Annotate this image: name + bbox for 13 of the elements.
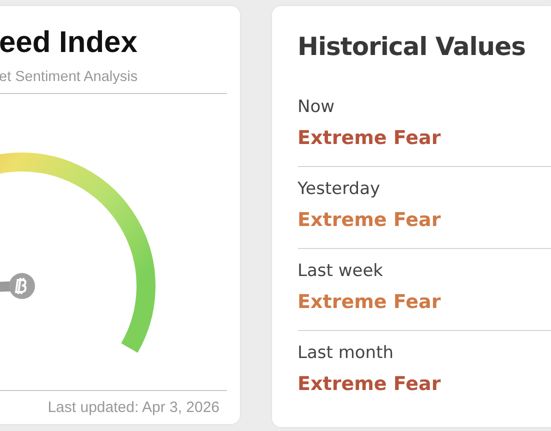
card-title: Historical Values [298, 32, 526, 61]
period-label: Yesterday [298, 178, 382, 201]
sentiment-value: Extreme Fear [298, 290, 442, 315]
sentiment-value: Extreme Fear [298, 372, 442, 397]
period-label: Now [298, 96, 336, 119]
bitcoin-icon [15, 277, 26, 295]
sentiment-value: Extreme Fear [298, 126, 442, 151]
card-title: eed Index [0, 26, 138, 60]
last-updated-text: Last updated: Apr 3, 2026 [46, 399, 221, 416]
period-label: Last week [298, 260, 384, 283]
period-label: Last month [298, 342, 395, 365]
sentiment-value: Extreme Fear [298, 208, 442, 233]
gauge-needle [0, 273, 35, 299]
